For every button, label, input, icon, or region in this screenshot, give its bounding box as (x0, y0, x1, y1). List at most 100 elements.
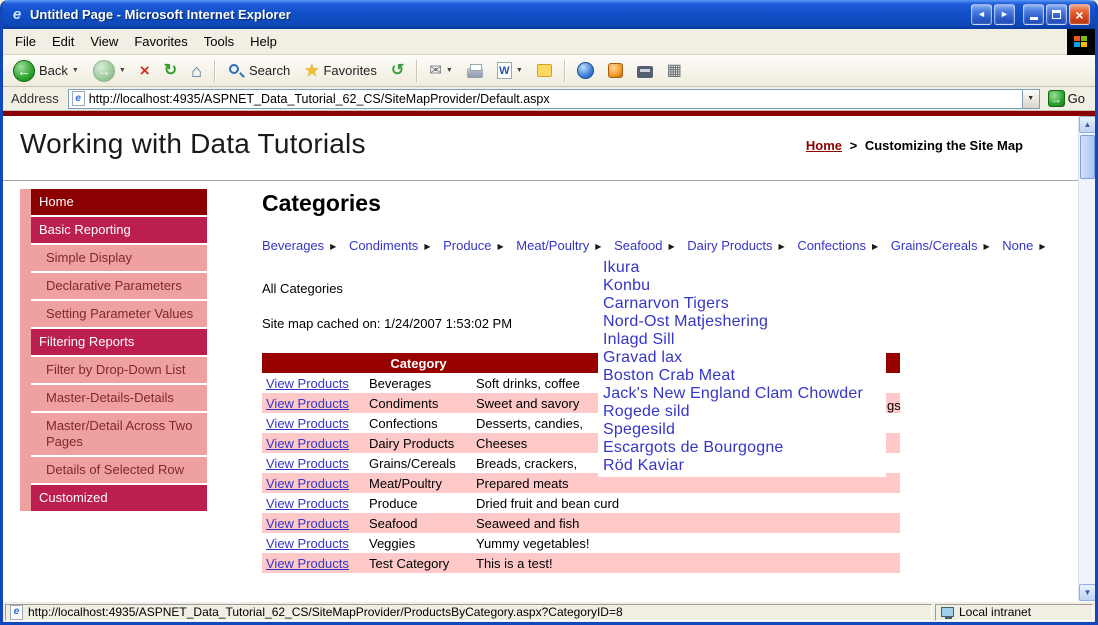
media-button[interactable] (602, 60, 629, 81)
security-zone-panel: Local intranet (935, 603, 1093, 621)
description-cell: This is a test! (476, 555, 553, 571)
flyout-item-nord-ost-matjeshering[interactable]: Nord-Ost Matjeshering (598, 313, 886, 331)
close-button[interactable]: × (1069, 4, 1090, 25)
print-icon (466, 63, 483, 78)
flyout-item-rogede-sild[interactable]: Rogede sild (598, 403, 886, 421)
status-zone-label: Local intranet (959, 605, 1032, 619)
view-products-link[interactable]: View Products (266, 476, 349, 491)
vertical-scrollbar[interactable]: ▲ ▼ (1078, 116, 1095, 601)
category-column-header: Category (390, 355, 447, 371)
menu-view[interactable]: View (82, 30, 126, 53)
description-cell: Dried fruit and bean curd (476, 495, 620, 511)
view-products-link[interactable]: View Products (266, 396, 349, 411)
address-input[interactable]: e http://localhost:4935/ASPNET_Data_Tuto… (67, 88, 1040, 109)
description-cell: Yummy vegetables! (476, 535, 590, 551)
discuss-icon (536, 64, 552, 77)
address-label: Address (11, 91, 59, 106)
scrollbar-thumb[interactable] (1080, 135, 1095, 179)
edit-button[interactable]: W ▼ (491, 59, 529, 82)
flyout-item-ikura[interactable]: Ikura (598, 259, 886, 277)
flyout-item-konbu[interactable]: Konbu (598, 277, 886, 295)
sidebar-item-setting-parameter-values[interactable]: Setting Parameter Values (31, 301, 207, 327)
sidebar-item-master-detail-across-two-pages[interactable]: Master/Detail Across Two Pages (31, 413, 207, 455)
flyout-item-inlagd-sill[interactable]: Inlagd Sill (598, 331, 886, 349)
tiles-button[interactable]: ▦ (661, 60, 688, 82)
submenu-arrow-icon: ▶ (1039, 242, 1046, 251)
print-button[interactable] (461, 61, 489, 81)
titlebar-extra-button-2[interactable]: ► (994, 4, 1015, 25)
menu-item-none[interactable]: None (1002, 238, 1033, 253)
sidebar-item-master-details-details[interactable]: Master-Details-Details (31, 385, 207, 411)
scroll-down-button[interactable]: ▼ (1079, 584, 1095, 601)
view-products-link[interactable]: View Products (266, 536, 349, 551)
scroll-up-button[interactable]: ▲ (1079, 116, 1095, 133)
stop-button[interactable]: × (134, 59, 156, 82)
view-products-link[interactable]: View Products (266, 516, 349, 531)
home-button[interactable]: ⌂ (185, 59, 208, 83)
sidebar-item-customized[interactable]: Customized (31, 485, 207, 511)
minimize-button[interactable] (1023, 4, 1044, 25)
address-url[interactable]: http://localhost:4935/ASPNET_Data_Tutori… (89, 92, 1022, 106)
menu-tools[interactable]: Tools (196, 30, 242, 53)
menu-item-seafood[interactable]: Seafood (614, 238, 662, 253)
sidebar-item-details-of-selected-row[interactable]: Details of Selected Row (31, 457, 207, 483)
refresh-button[interactable]: ↻ (158, 60, 183, 82)
favorites-button[interactable]: ★ Favorites (298, 59, 383, 82)
mail-button[interactable]: ✉ ▼ (423, 60, 459, 81)
forward-dropdown-icon: ▼ (118, 67, 126, 74)
flyout-item-spegesild[interactable]: Spegesild (598, 421, 886, 439)
view-products-link[interactable]: View Products (266, 376, 349, 391)
flyout-item-carnarvon-tigers[interactable]: Carnarvon Tigers (598, 295, 886, 313)
view-products-link[interactable]: View Products (266, 416, 349, 431)
history-button[interactable]: ↺ (385, 60, 410, 82)
menu-favorites[interactable]: Favorites (126, 30, 195, 53)
menu-bar: File Edit View Favorites Tools Help (3, 28, 1095, 55)
sidebar-item-basic-reporting[interactable]: Basic Reporting (31, 217, 207, 243)
maximize-button[interactable] (1046, 4, 1067, 25)
status-bar: e http://localhost:4935/ASPNET_Data_Tuto… (3, 601, 1095, 622)
research-button[interactable] (631, 60, 659, 81)
toolbar-separator (214, 59, 215, 82)
sidebar-item-filtering-reports[interactable]: Filtering Reports (31, 329, 207, 355)
all-categories-link[interactable]: All Categories (262, 281, 343, 296)
sidebar-item-filter-by-drop-down-list[interactable]: Filter by Drop-Down List (31, 357, 207, 383)
sidebar-item-declarative-parameters[interactable]: Declarative Parameters (31, 273, 207, 299)
menu-item-beverages[interactable]: Beverages (262, 238, 324, 253)
flyout-item-boston-crab-meat[interactable]: Boston Crab Meat (598, 367, 886, 385)
view-products-link[interactable]: View Products (266, 456, 349, 471)
discuss-button[interactable] (531, 61, 558, 80)
view-products-link[interactable]: View Products (266, 436, 349, 451)
address-dropdown-button[interactable]: ▼ (1021, 89, 1039, 108)
titlebar-extra-button-1[interactable]: ◄ (971, 4, 992, 25)
category-cell: Meat/Poultry (369, 475, 442, 491)
seafood-flyout-menu: Ikura Konbu Carnarvon Tigers Nord-Ost Ma… (598, 257, 886, 477)
menu-help[interactable]: Help (242, 30, 285, 53)
search-button[interactable]: Search (221, 59, 296, 83)
forward-button[interactable]: → ▼ (87, 57, 132, 85)
flyout-item-jacks-new-england-clam-chowder[interactable]: Jack's New England Clam Chowder (598, 385, 886, 403)
flyout-item-gravad-lax[interactable]: Gravad lax (598, 349, 886, 367)
back-button[interactable]: ← Back ▼ (7, 57, 85, 85)
view-products-link[interactable]: View Products (266, 496, 349, 511)
table-row: View Products Produce Dried fruit and bean… (262, 493, 900, 513)
menu-item-condiments[interactable]: Condiments (349, 238, 418, 253)
menu-edit[interactable]: Edit (44, 30, 82, 53)
category-cell: Condiments (369, 395, 439, 411)
menu-item-produce[interactable]: Produce (443, 238, 491, 253)
menu-file[interactable]: File (7, 30, 44, 53)
sidebar-item-simple-display[interactable]: Simple Display (31, 245, 207, 271)
menu-item-grains-cereals[interactable]: Grains/Cereals (891, 238, 978, 253)
flyout-item-rod-kaviar[interactable]: Röd Kaviar (598, 457, 886, 475)
flyout-item-escargots-de-bourgogne[interactable]: Escargots de Bourgogne (598, 439, 886, 457)
view-products-link[interactable]: View Products (266, 556, 349, 571)
favorites-star-icon: ★ (304, 61, 320, 80)
go-button[interactable]: → Go (1045, 89, 1091, 108)
breadcrumb-home-link[interactable]: Home (806, 138, 842, 153)
forward-icon: → (92, 59, 115, 82)
menu-item-confections[interactable]: Confections (797, 238, 866, 253)
menu-item-dairy-products[interactable]: Dairy Products (687, 238, 772, 253)
sidebar-item-home[interactable]: Home (31, 189, 207, 215)
menu-item-meat-poultry[interactable]: Meat/Poultry (516, 238, 589, 253)
category-cell: Test Category (369, 555, 450, 571)
messenger-button[interactable] (571, 59, 600, 82)
